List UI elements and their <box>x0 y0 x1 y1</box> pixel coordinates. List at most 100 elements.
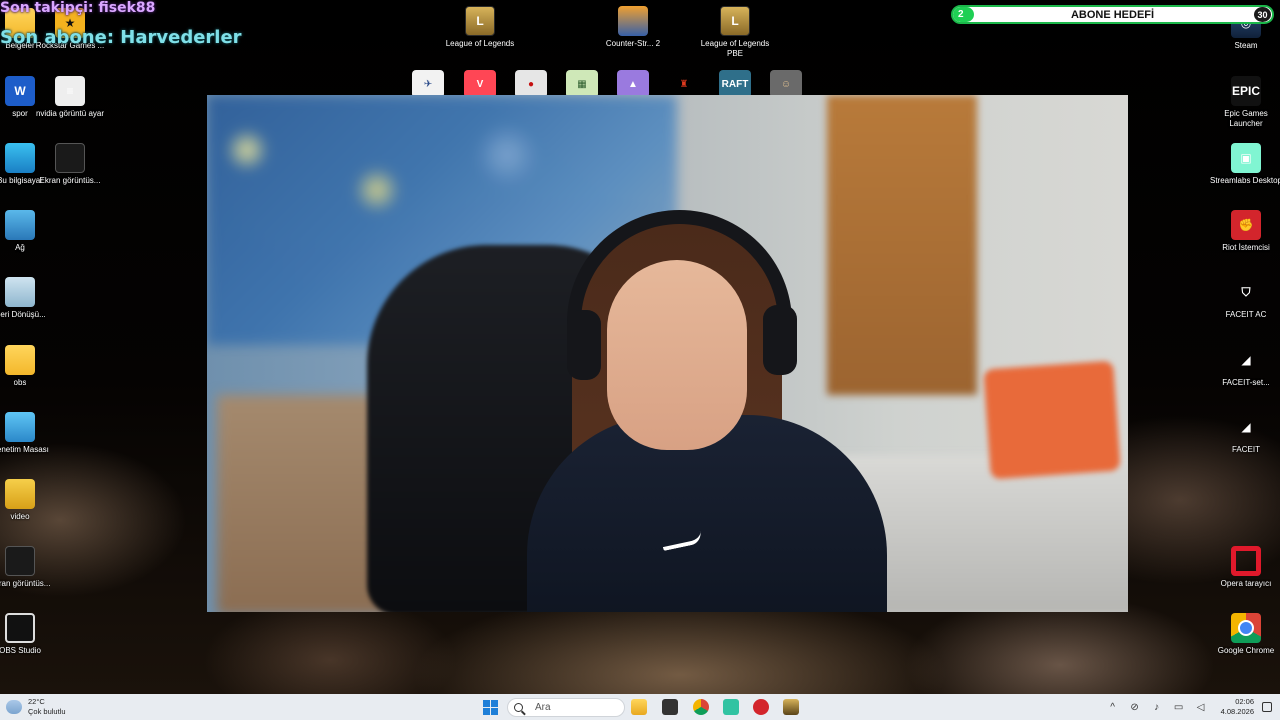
headset-left-cup <box>567 310 601 380</box>
desktop-icon-label: video <box>10 512 30 521</box>
desktop-icon-label: FACEIT <box>1231 445 1260 454</box>
desktop-icon-label: obs <box>13 378 27 387</box>
desktop-icon-faceit-setup[interactable]: ◢ FACEIT-set... <box>1209 345 1280 388</box>
subscriber-goal-bar: 2 ABONE HEDEFİ 30 <box>951 5 1274 24</box>
desktop-icon-label: Riot İstemcisi <box>1222 243 1270 252</box>
desktop-icon-league-of-legends[interactable]: L League of Legends <box>443 6 517 49</box>
map-icon[interactable]: ▦ <box>566 70 598 98</box>
mario-icon[interactable]: ♜ <box>668 70 700 98</box>
taskbar: 22°C Çok bulutlu Ara ^ ⊘ ♪ ▭ ◁ 02:06 4.0… <box>0 694 1280 720</box>
desktop-icon-faceit-ac[interactable]: ⛉ FACEIT AC <box>1209 277 1280 320</box>
headset-right-cup <box>763 305 797 375</box>
opera-icon <box>1231 546 1261 576</box>
desktop-icon-streamlabs[interactable]: ▣ Streamlabs Desktop <box>1209 143 1280 186</box>
desktop-icon-obs-folder[interactable]: obs <box>0 345 57 388</box>
microphone-icon[interactable]: ♪ <box>1151 701 1163 713</box>
valorant-icon[interactable]: V <box>464 70 496 98</box>
league-of-legends-icon[interactable] <box>783 699 799 715</box>
desktop-icon-faceit[interactable]: ◢ FACEIT <box>1209 412 1280 455</box>
riot-client-icon[interactable] <box>753 699 769 715</box>
goal-title: ABONE HEDEFİ <box>1070 8 1155 21</box>
desktop-icon-label: OBS Studio <box>0 646 41 655</box>
character-icon[interactable]: ☺ <box>770 70 802 98</box>
desktop-icon-label: FACEIT AC <box>1225 310 1267 319</box>
desktop-icon-nvidia[interactable]: ≡ nvidia görüntü ayar <box>33 76 107 119</box>
desktop-icon-chrome[interactable]: Google Chrome <box>1209 613 1280 656</box>
league-of-legends-pbe-icon: L <box>720 6 750 36</box>
windows-logo-tile <box>491 700 498 707</box>
desktop-icon-label: League of Legends <box>445 39 515 48</box>
desktop-icon-label: Ağ <box>15 243 25 252</box>
desktop-icon-counter-strike[interactable]: Counter-Str... 2 <box>596 6 670 49</box>
taskbar-search-box[interactable]: Ara <box>507 698 625 717</box>
chevron-up-icon[interactable]: ^ <box>1107 701 1119 713</box>
background-door <box>827 95 977 395</box>
desktop-icon-label: Geri Dönüşü... <box>0 310 46 319</box>
screenshot-icon <box>55 143 85 173</box>
clock[interactable]: 02:06 4.08.2026 <box>1221 697 1254 717</box>
counter-strike-icon <box>618 6 648 36</box>
epic-games-icon: EPIC <box>1231 76 1261 106</box>
display-icon[interactable]: ▭ <box>1173 701 1185 713</box>
task-view-icon[interactable] <box>662 699 678 715</box>
weather-description: Çok bulutlu <box>28 707 66 716</box>
desktop-icon-league-of-legends-pbe[interactable]: L League of Legends PBE <box>698 6 772 59</box>
desktop-icon-label: FACEIT-set... <box>1222 378 1270 387</box>
goal-target-count: 30 <box>1254 7 1271 22</box>
desktop-icon-video[interactable]: video <box>0 479 57 522</box>
desktop-icon-recycle-bin[interactable]: Geri Dönüşü... <box>0 277 57 320</box>
webcam-feed <box>207 95 1128 612</box>
desktop-icon-opera[interactable]: Opera tarayıcı <box>1209 546 1280 589</box>
windows-logo-tile <box>483 700 490 707</box>
desktop-icon-label: Streamlabs Desktop <box>1209 176 1280 185</box>
search-placeholder: Ara <box>535 702 551 713</box>
system-tray: ^ ⊘ ♪ ▭ ◁ 02:06 4.08.2026 <box>1097 694 1272 720</box>
raft-icon[interactable]: RAFT <box>719 70 751 98</box>
network-off-icon[interactable]: ⊘ <box>1129 701 1141 713</box>
notification-icon[interactable] <box>1262 702 1272 712</box>
streamlabs-icon[interactable] <box>723 699 739 715</box>
desktop-icon-label: Ekran görüntüs... <box>0 579 51 588</box>
desktop-icon-label: nvidia görüntü ayar <box>35 109 105 118</box>
chrome-icon[interactable] <box>693 699 709 715</box>
among-us-icon[interactable]: ● <box>515 70 547 98</box>
faceit-ac-icon: ⛉ <box>1241 284 1251 299</box>
clock-date: 4.08.2026 <box>1220 707 1254 716</box>
desktop-icon-label: Denetim Masası <box>0 445 49 454</box>
last-follower-overlay: Son takipçi: fisek88 <box>0 0 156 16</box>
computer-icon <box>5 143 35 173</box>
desktop-icon-label: Opera tarayıcı <box>1220 579 1272 588</box>
desktop-icon-epic-games[interactable]: EPIC Epic Games Launcher <box>1209 76 1280 129</box>
desktop-icon-network[interactable]: Ağ <box>0 210 57 253</box>
control-panel-icon <box>5 412 35 442</box>
airplane-icon[interactable]: ✈ <box>412 70 444 98</box>
last-subscriber-overlay: Son abone: Harvederler <box>0 27 242 48</box>
start-button[interactable] <box>483 700 498 715</box>
desktop-icon-label: Google Chrome <box>1217 646 1275 655</box>
weather-temperature: 22°C <box>28 697 45 706</box>
faceit-setup-icon: ◢ <box>1241 353 1251 367</box>
desktop-icon-screenshot-1[interactable]: Ekran görüntüs... <box>33 143 107 186</box>
weather-widget[interactable]: 22°C Çok bulutlu <box>6 697 66 717</box>
desktop-icon-label: Ekran görüntüs... <box>39 176 101 185</box>
file-explorer-icon[interactable] <box>631 699 647 715</box>
folder-icon <box>5 345 35 375</box>
document-icon: ≡ <box>55 76 85 106</box>
mountain-icon[interactable]: ▲ <box>617 70 649 98</box>
desktop-icon-control-panel[interactable]: Denetim Masası <box>0 412 57 455</box>
clock-time: 02:06 <box>1235 697 1254 706</box>
desktop-icon-screenshot-2[interactable]: Ekran görüntüs... <box>0 546 57 589</box>
desktop-icon-obs-studio[interactable]: OBS Studio <box>0 613 57 656</box>
chrome-icon <box>1231 613 1261 643</box>
word-document-icon: W <box>5 76 35 106</box>
network-icon <box>5 210 35 240</box>
cloud-icon <box>6 700 22 714</box>
streamlabs-icon: ▣ <box>1231 143 1261 173</box>
desktop-icon-label: spor <box>12 109 28 118</box>
riot-client-icon: ✊ <box>1231 210 1261 240</box>
speaker-icon[interactable]: ◁ <box>1195 701 1207 713</box>
desktop-icon-riot-client[interactable]: ✊ Riot İstemcisi <box>1209 210 1280 253</box>
windows-logo-tile <box>491 708 498 715</box>
recycle-bin-icon <box>5 277 35 307</box>
faceit-icon: ◢ <box>1241 420 1251 434</box>
